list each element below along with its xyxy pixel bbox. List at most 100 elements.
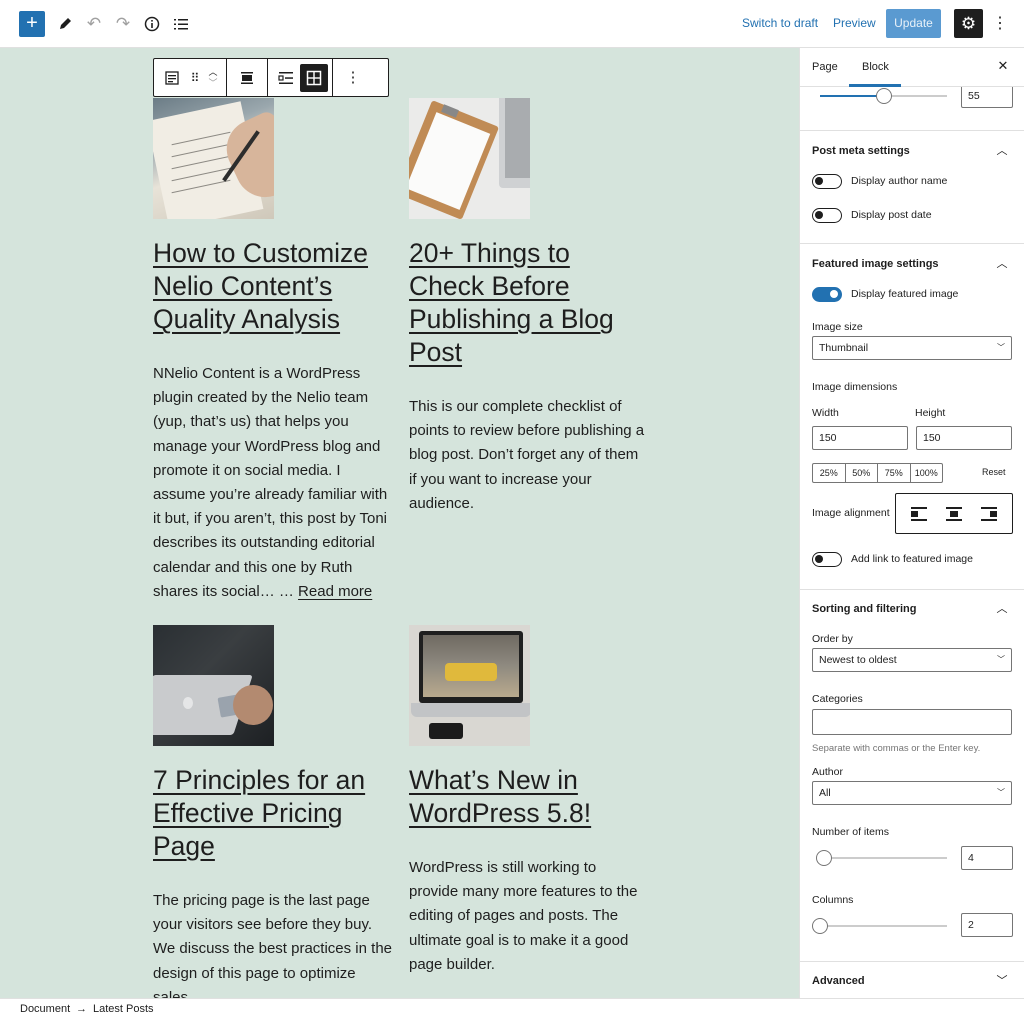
list-layout-icon — [278, 71, 293, 84]
number-of-items-label: Number of items — [812, 826, 890, 838]
post-title[interactable]: 20+ Things to Check Before Publishing a … — [409, 237, 649, 369]
scale-presets: 25% 50% 75% 100% — [812, 463, 943, 483]
scale-75-button[interactable]: 75% — [878, 464, 911, 482]
image-size-label: Image size — [812, 321, 863, 333]
featured-image[interactable] — [409, 98, 530, 219]
chevron-down-icon: ﹀ — [997, 655, 1005, 664]
featured-image-toggle[interactable] — [812, 287, 842, 302]
list-view-icon — [174, 19, 188, 30]
author-select[interactable]: All ﹀ — [812, 781, 1012, 805]
undo-button[interactable]: ↶ — [82, 12, 106, 36]
toggle-label: Add link to featured image — [851, 553, 973, 565]
tab-page[interactable]: Page — [812, 61, 838, 73]
block-options-button[interactable]: ⋮ — [339, 64, 367, 92]
chevron-down-icon: ﹀ — [997, 343, 1005, 352]
columns-input[interactable]: 2 — [961, 913, 1013, 937]
breadcrumb-latest-posts[interactable]: Latest Posts — [93, 1003, 154, 1015]
panel-title[interactable]: Sorting and filtering — [812, 603, 917, 615]
align-wide-icon — [241, 71, 253, 84]
settings-button[interactable]: ⚙ — [954, 9, 983, 38]
block-type-button[interactable] — [158, 64, 186, 92]
chevron-up-icon[interactable]: ︿ — [996, 603, 1008, 615]
panel-title[interactable]: Featured image settings — [812, 258, 939, 270]
height-label: Height — [915, 407, 946, 419]
width-label: Width — [812, 407, 839, 419]
image-alignment-group — [895, 493, 1013, 534]
toggle-label: Display post date — [851, 209, 932, 221]
excerpt-length-input[interactable]: 55 — [961, 84, 1013, 108]
order-by-select[interactable]: Newest to oldest ﹀ — [812, 648, 1012, 672]
chevron-down-icon[interactable]: ﹀ — [996, 975, 1008, 987]
featured-image[interactable] — [153, 625, 274, 746]
move-up-down-icon[interactable]: ︿ ﹀ — [204, 64, 222, 92]
scale-100-button[interactable]: 100% — [911, 464, 943, 482]
chevron-up-icon[interactable]: ︿ — [996, 258, 1008, 270]
select-value: Thumbnail — [819, 342, 869, 354]
featured-image[interactable] — [153, 98, 274, 219]
grid-layout-icon — [306, 70, 322, 85]
post-meta-panel: Post meta settings ︿ Display author name… — [800, 130, 1024, 243]
active-tab-indicator — [849, 84, 901, 87]
drag-handle-icon: ⠿ — [190, 70, 200, 85]
switch-to-draft-button[interactable]: Switch to draft — [742, 16, 818, 30]
preview-button[interactable]: Preview — [833, 16, 876, 30]
align-right-icon[interactable] — [980, 506, 997, 521]
date-toggle[interactable] — [812, 208, 842, 223]
post-card: 20+ Things to Check Before Publishing a … — [409, 98, 649, 516]
close-sidebar-button[interactable]: ✕ — [995, 58, 1011, 74]
plus-icon: + — [26, 12, 38, 34]
more-options-button[interactable]: ⋮ — [992, 12, 1008, 36]
image-size-select[interactable]: Thumbnail ﹀ — [812, 336, 1012, 360]
scale-50-button[interactable]: 50% — [846, 464, 878, 482]
update-button[interactable]: Update — [886, 9, 941, 38]
post-title[interactable]: How to Customize Nelio Content’s Quality… — [153, 237, 393, 336]
kebab-icon: ⋮ — [992, 15, 1008, 32]
chevron-up-icon[interactable]: ︿ — [996, 145, 1008, 157]
post-title[interactable]: 7 Principles for an Effective Pricing Pa… — [153, 764, 393, 863]
block-toolbar: ⠿ ︿ ﹀ ⋮ — [153, 58, 389, 97]
align-left-icon[interactable] — [911, 506, 928, 521]
sidebar-tabs: Page Block ✕ — [800, 48, 1024, 87]
details-button[interactable] — [140, 12, 164, 36]
post-title[interactable]: What’s New in WordPress 5.8! — [409, 764, 649, 830]
editor-header: + ↶ ↷ Switch to draft Preview Update ⚙ ⋮ — [0, 0, 1024, 48]
kebab-icon: ⋮ — [345, 68, 361, 86]
excerpt-text: NNelio Content is a WordPress plugin cre… — [153, 365, 388, 600]
categories-label: Categories — [812, 693, 863, 705]
image-alignment-label: Image alignment — [812, 507, 890, 519]
add-block-button[interactable]: + — [19, 11, 45, 37]
toggle-label: Display author name — [851, 175, 948, 187]
image-dimensions-label: Image dimensions — [812, 381, 898, 393]
reset-button[interactable]: Reset — [982, 467, 1006, 477]
tools-button[interactable] — [53, 12, 77, 36]
list-view-layout-button[interactable] — [272, 64, 300, 92]
panel-title[interactable]: Post meta settings — [812, 145, 910, 157]
drag-handle[interactable]: ⠿ — [186, 64, 204, 92]
info-icon — [144, 16, 160, 32]
author-toggle[interactable] — [812, 174, 842, 189]
categories-input[interactable] — [812, 709, 1012, 735]
redo-button[interactable]: ↷ — [111, 12, 135, 36]
post-card: What’s New in WordPress 5.8! WordPress i… — [409, 625, 649, 977]
tab-block[interactable]: Block — [862, 61, 889, 73]
featured-image[interactable] — [409, 625, 530, 746]
read-more-link[interactable]: Read more — [298, 583, 372, 600]
align-button[interactable] — [233, 64, 261, 92]
panel-title[interactable]: Advanced — [812, 975, 865, 987]
columns-label: Columns — [812, 894, 854, 906]
breadcrumb-document[interactable]: Document — [20, 1003, 70, 1015]
list-view-button[interactable] — [169, 12, 193, 36]
scale-25-button[interactable]: 25% — [813, 464, 846, 482]
advanced-panel: Advanced ﹀ — [800, 961, 1024, 998]
latest-posts-icon — [165, 70, 179, 85]
height-input[interactable]: 150 — [916, 426, 1012, 450]
number-of-items-input[interactable]: 4 — [961, 846, 1013, 870]
link-toggle[interactable] — [812, 552, 842, 567]
align-center-icon[interactable] — [945, 506, 962, 521]
categories-help: Separate with commas or the Enter key. — [812, 743, 981, 754]
grid-view-layout-button[interactable] — [300, 63, 328, 92]
post-card: How to Customize Nelio Content’s Quality… — [153, 98, 393, 604]
width-input[interactable]: 150 — [812, 426, 908, 450]
arrow-right-icon: → — [76, 1003, 87, 1015]
post-excerpt: WordPress is still working to provide ma… — [409, 859, 638, 973]
